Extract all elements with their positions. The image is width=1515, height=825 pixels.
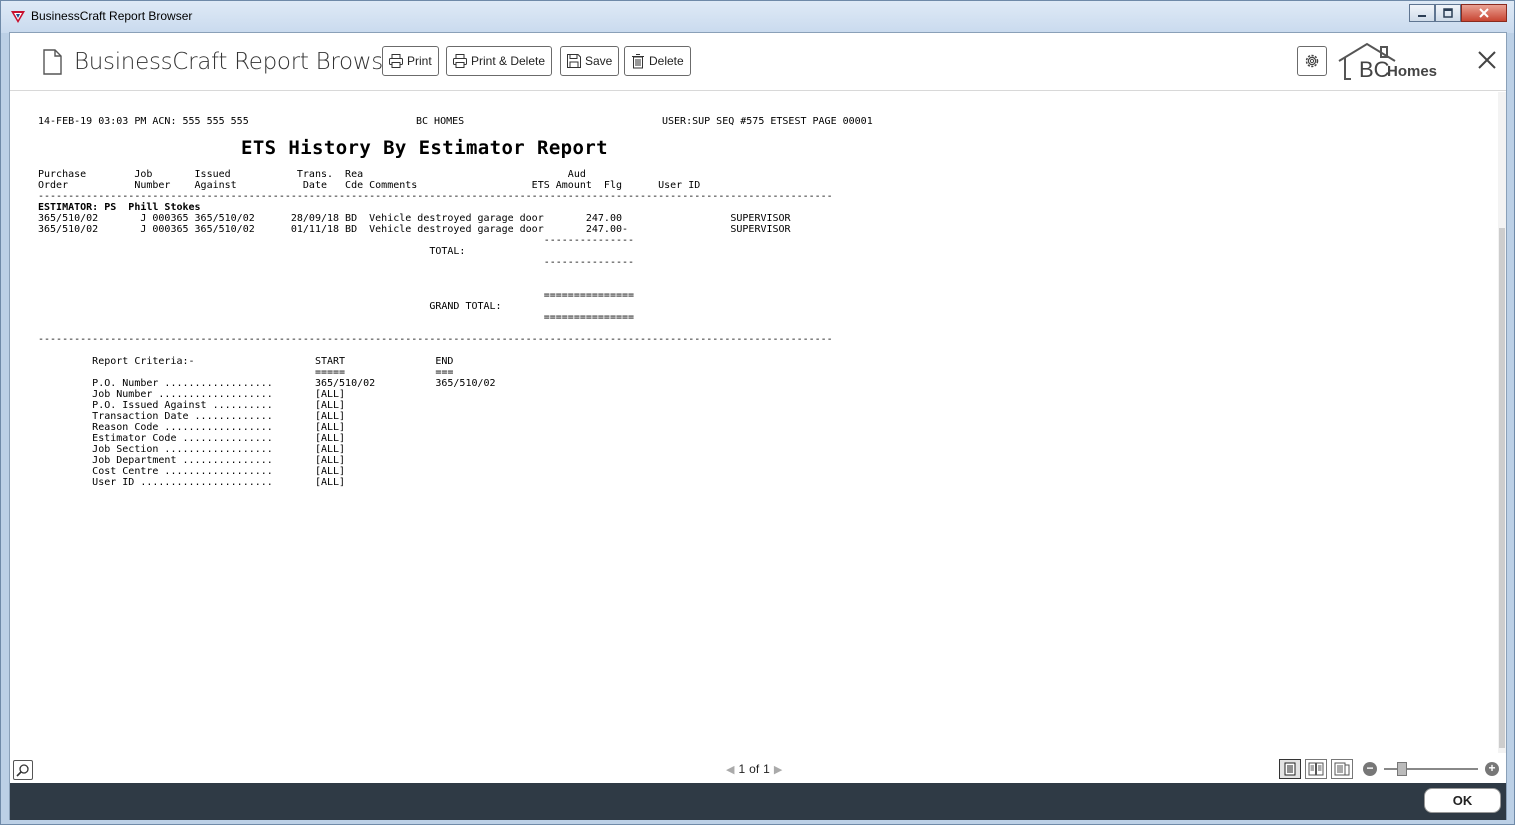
- app-header: BusinessCraft Report Browser Print Print…: [10, 33, 1506, 91]
- page-title: BusinessCraft Report Browser: [74, 49, 406, 75]
- save-button[interactable]: Save: [560, 46, 620, 76]
- report-header-left: 14-FEB-19 03:03 PM ACN: 555 555 555: [38, 116, 249, 127]
- single-page-icon: [1284, 762, 1296, 776]
- settings-button[interactable]: [1297, 46, 1327, 76]
- report-header-right: USER:SUP SEQ #575 ETSEST PAGE 00001: [662, 116, 873, 127]
- close-icon[interactable]: [1476, 49, 1498, 71]
- floppy-disk-icon: [567, 54, 581, 68]
- page-of-label: of: [749, 762, 760, 776]
- window-controls: [1409, 4, 1507, 22]
- close-window-icon[interactable]: [1461, 4, 1507, 22]
- footer-separator: ----------------------------------------…: [38, 334, 833, 345]
- zoom-slider-thumb[interactable]: [1397, 762, 1407, 776]
- title-bar[interactable]: BusinessCraft Report Browser: [1, 1, 1514, 33]
- page-total: 1: [763, 762, 770, 776]
- report-row: 365/510/02 J 000365 365/510/02 28/09/18 …: [38, 213, 791, 224]
- bc-homes-logo: BC Homes: [1338, 42, 1437, 82]
- trash-icon: [632, 54, 644, 69]
- print-label: Print: [407, 54, 432, 68]
- ok-button[interactable]: OK: [1424, 788, 1501, 813]
- printer-icon: [453, 54, 467, 68]
- plus-icon[interactable]: +: [1485, 762, 1499, 776]
- minus-icon[interactable]: −: [1363, 762, 1377, 776]
- vertical-scrollbar[interactable]: [1498, 92, 1506, 753]
- save-label: Save: [585, 54, 613, 68]
- page-navigator: ◀ 1 of 1 ▶: [726, 762, 782, 776]
- multi-page-view-button[interactable]: [1331, 759, 1353, 779]
- report-row: 365/510/02 J 000365 365/510/02 01/11/18 …: [38, 224, 791, 235]
- client-area: BusinessCraft Report Browser Print Print…: [9, 32, 1507, 820]
- viewer-footer: ◀ 1 of 1 ▶ − +: [10, 753, 1506, 783]
- document-icon: [43, 49, 62, 75]
- report-title: ETS History By Estimator Report: [241, 137, 609, 159]
- magnifier-icon: [16, 764, 29, 777]
- maximize-icon[interactable]: [1435, 4, 1461, 22]
- print-button[interactable]: Print: [382, 46, 439, 76]
- chevron-left-icon[interactable]: ◀: [726, 763, 734, 776]
- single-page-view-button[interactable]: [1279, 759, 1301, 779]
- app-logo-icon: [11, 11, 25, 23]
- two-page-icon: [1308, 762, 1324, 776]
- page-current: 1: [738, 762, 746, 776]
- chevron-right-icon[interactable]: ▶: [774, 763, 782, 776]
- delete-button[interactable]: Delete: [624, 46, 691, 76]
- app-window: BusinessCraft Report Browser BusinessCra…: [0, 0, 1515, 825]
- print-delete-label: Print & Delete: [471, 54, 546, 68]
- window-title: BusinessCraft Report Browser: [31, 9, 193, 23]
- printer-icon: [389, 54, 403, 68]
- multi-page-icon: [1334, 762, 1350, 776]
- print-delete-button[interactable]: Print & Delete: [446, 46, 553, 76]
- two-page-view-button[interactable]: [1305, 759, 1327, 779]
- minimize-icon[interactable]: [1409, 4, 1435, 22]
- scrollbar-thumb[interactable]: [1499, 228, 1505, 748]
- gear-icon: [1305, 54, 1319, 68]
- header-separator: ----------------------------------------…: [38, 191, 833, 202]
- bottom-bar: OK: [10, 783, 1506, 820]
- totals-block: --------------- TOTAL: --------------- =…: [429, 235, 635, 323]
- find-button[interactable]: [13, 760, 33, 780]
- logo-homes-text: Homes: [1387, 63, 1437, 80]
- report-criteria: Report Criteria:- START END ===== === P.…: [92, 356, 496, 488]
- column-headers-line-2: Order Number Against Date Cde Comments E…: [38, 180, 701, 191]
- logo-bc-text: BC: [1359, 57, 1390, 82]
- report-viewer: 14-FEB-19 03:03 PM ACN: 555 555 555 BC H…: [10, 92, 1506, 753]
- delete-label: Delete: [649, 54, 684, 68]
- column-headers-line-1: Purchase Job Issued Trans. Rea Aud: [38, 169, 586, 180]
- estimator-heading: ESTIMATOR: PS Phill Stokes: [38, 202, 201, 213]
- report-header-center: BC HOMES: [416, 116, 465, 127]
